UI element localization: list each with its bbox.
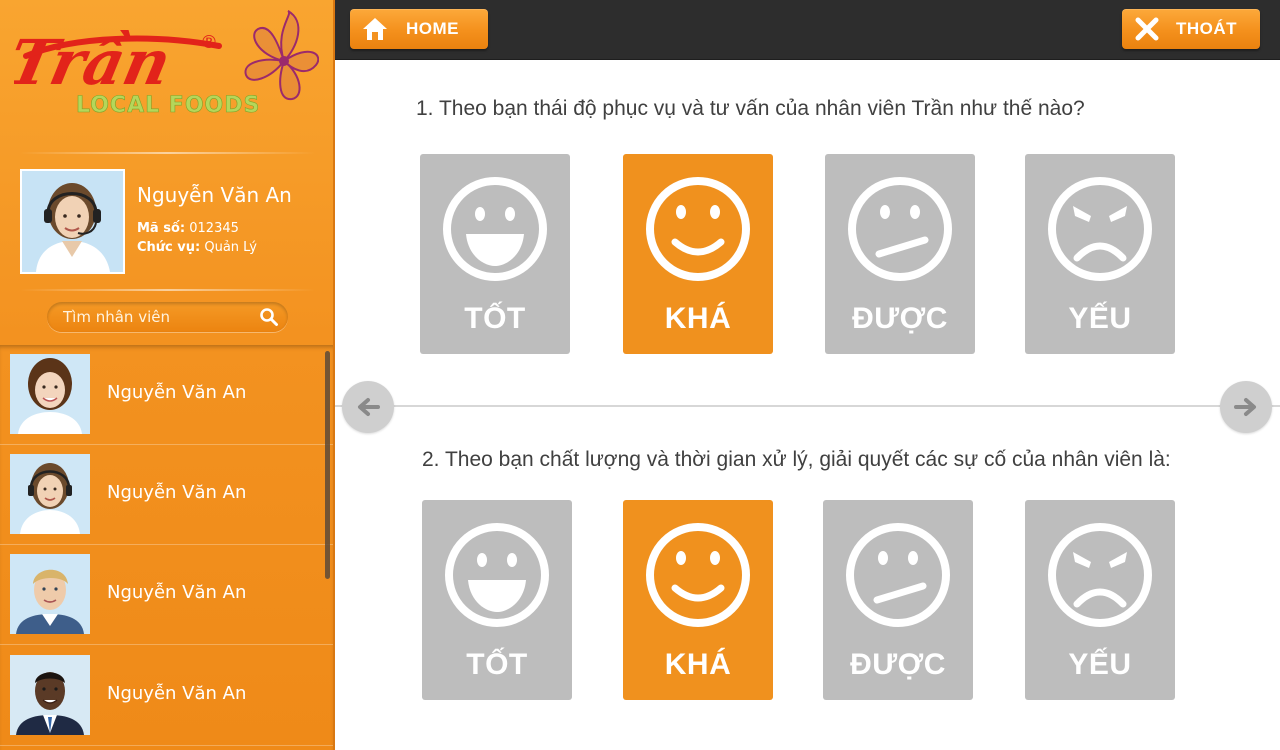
smile-face-icon	[646, 177, 750, 281]
option-label: TỐT	[466, 648, 528, 681]
staff-list-item[interactable]: Nguyễn Văn An	[0, 545, 333, 645]
q2-option-duoc[interactable]: ĐƯỢC	[823, 500, 973, 700]
staff-avatar	[10, 554, 90, 634]
exit-button[interactable]: THOÁT	[1122, 9, 1260, 49]
option-label: ĐƯỢC	[852, 302, 948, 335]
option-label: KHÁ	[664, 648, 732, 681]
q2-option-yeu[interactable]: YẾU	[1025, 500, 1175, 700]
code-value: 012345	[189, 221, 239, 236]
brand-logo: Trần ® LOCAL FOODS	[2, 6, 320, 126]
logo-subtitle: LOCAL FOODS	[76, 93, 260, 118]
staff-list: Nguyễn Văn An Nguyễn Văn An Nguyễn Văn A…	[0, 345, 333, 750]
exit-label: THOÁT	[1176, 19, 1238, 38]
sidebar: Trần ® LOCAL FOODS Nguyễn Văn An Mã số: …	[0, 0, 335, 750]
home-button[interactable]: HOME	[350, 9, 488, 49]
q1-option-yeu[interactable]: YẾU	[1025, 154, 1175, 354]
staff-list-scrollbar[interactable]	[325, 351, 330, 579]
arrow-left-icon	[358, 398, 380, 416]
staff-name: Nguyễn Văn An	[107, 482, 247, 503]
option-label: KHÁ	[664, 302, 732, 335]
smile-face-icon	[646, 523, 750, 627]
role-label: Chức vụ:	[137, 240, 201, 255]
home-icon	[362, 16, 388, 42]
very-happy-face-icon	[443, 177, 547, 281]
q1-option-tot[interactable]: TỐT	[420, 154, 570, 354]
top-bar: HOME THOÁT	[335, 0, 1280, 60]
neutral-face-icon	[848, 177, 952, 281]
arrow-right-icon	[1234, 398, 1256, 416]
prev-button[interactable]	[342, 381, 394, 433]
profile-name: Nguyễn Văn An	[137, 183, 292, 207]
close-icon	[1134, 16, 1160, 42]
sidebar-divider	[20, 289, 315, 291]
profile-role: Chức vụ: Quản Lý	[137, 240, 257, 255]
sidebar-divider	[20, 152, 315, 154]
survey-panel: 1. Theo bạn thái độ phục vụ và tư vấn củ…	[335, 61, 1280, 750]
code-label: Mã số:	[137, 221, 186, 236]
angry-face-icon	[1048, 523, 1152, 627]
option-label: TỐT	[464, 302, 526, 335]
option-label: ĐƯỢC	[850, 648, 946, 681]
very-happy-face-icon	[445, 523, 549, 627]
q1-option-duoc[interactable]: ĐƯỢC	[825, 154, 975, 354]
q1-option-kha[interactable]: KHÁ	[623, 154, 773, 354]
profile-avatar	[20, 169, 125, 274]
staff-name: Nguyễn Văn An	[107, 382, 247, 403]
question-divider	[335, 405, 1280, 407]
neutral-face-icon	[846, 523, 950, 627]
q2-option-kha[interactable]: KHÁ	[623, 500, 773, 700]
search-icon[interactable]	[259, 307, 279, 327]
staff-search-input[interactable]	[63, 306, 253, 328]
profile-employee-code: Mã số: 012345	[137, 221, 239, 236]
staff-list-item[interactable]: Nguyễn Văn An	[0, 445, 333, 545]
staff-avatar	[10, 655, 90, 735]
staff-list-item[interactable]: Nguyễn Văn An	[0, 646, 333, 746]
staff-search-box	[47, 302, 288, 332]
staff-avatar	[10, 454, 90, 534]
logo-registered-mark: ®	[200, 32, 218, 53]
staff-list-item[interactable]: Nguyễn Văn An	[0, 345, 333, 445]
role-value: Quản Lý	[204, 240, 257, 255]
staff-name: Nguyễn Văn An	[107, 683, 247, 704]
home-label: HOME	[406, 19, 459, 38]
question-2-text: 2. Theo bạn chất lượng và thời gian xử l…	[422, 448, 1171, 471]
staff-name: Nguyễn Văn An	[107, 582, 247, 603]
angry-face-icon	[1048, 177, 1152, 281]
question-1-text: 1. Theo bạn thái độ phục vụ và tư vấn củ…	[416, 97, 1085, 120]
staff-avatar	[10, 354, 90, 434]
option-label: YẾU	[1068, 648, 1132, 681]
next-button[interactable]	[1220, 381, 1272, 433]
option-label: YẾU	[1068, 302, 1132, 335]
q2-option-tot[interactable]: TỐT	[422, 500, 572, 700]
